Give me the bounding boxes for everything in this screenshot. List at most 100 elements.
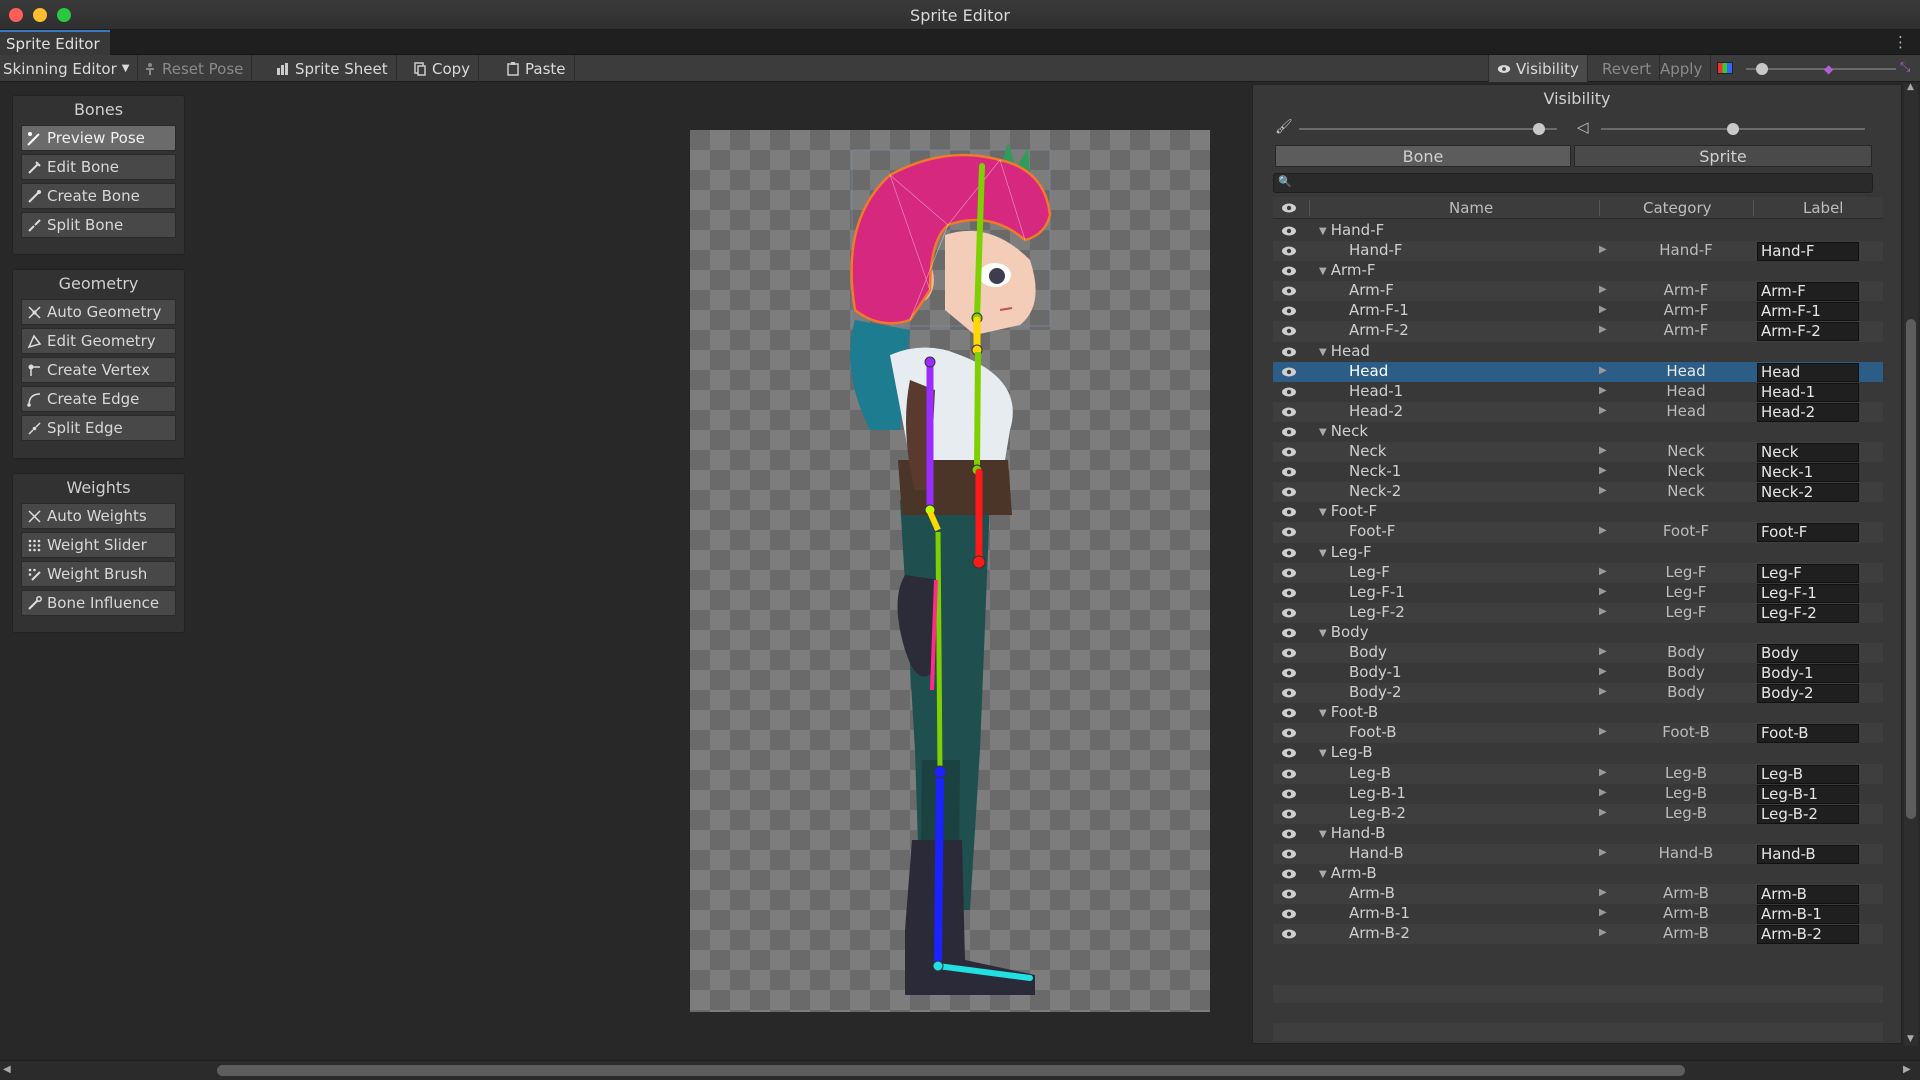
scroll-down-icon[interactable]: ▼ <box>1907 1034 1914 1044</box>
bone-category[interactable]: Body <box>1601 643 1771 661</box>
sprite-canvas[interactable] <box>690 130 1210 1012</box>
bone-category[interactable]: Head <box>1601 382 1771 400</box>
bone-category[interactable]: Body <box>1601 663 1771 681</box>
bone-category[interactable]: Head <box>1601 402 1771 420</box>
eye-icon[interactable] <box>1281 868 1297 880</box>
bone-category[interactable]: Arm-B <box>1601 904 1771 922</box>
mip-level-icon[interactable]: ◆ <box>1824 62 1833 76</box>
eye-icon[interactable] <box>1281 727 1297 739</box>
eye-icon[interactable] <box>1281 788 1297 800</box>
auto-weights-button[interactable]: Auto Weights <box>21 503 176 529</box>
bone-group-name[interactable]: Arm-F <box>1319 261 1376 279</box>
bone-group-row[interactable]: Hand-F <box>1273 221 1883 241</box>
eye-icon[interactable] <box>1281 547 1297 559</box>
bone-group-row[interactable]: Foot-B <box>1273 703 1883 723</box>
bone-row[interactable]: Neck-2 ▶ Neck Neck-2 <box>1273 482 1883 503</box>
bone-row[interactable]: Neck ▶ Neck Neck <box>1273 442 1883 463</box>
eye-icon[interactable] <box>1281 305 1297 317</box>
bone-label-field[interactable]: Head <box>1757 362 1859 382</box>
paste-button[interactable]: Paste <box>498 55 575 82</box>
eye-icon[interactable] <box>1281 828 1297 840</box>
bone-group-name[interactable]: Hand-F <box>1319 221 1385 239</box>
eye-icon[interactable] <box>1281 647 1297 659</box>
bone-category[interactable]: Foot-B <box>1601 723 1771 741</box>
horizontal-scrollbar[interactable]: ◀ ▶ <box>0 1060 1920 1080</box>
bone-group-name[interactable]: Arm-B <box>1319 864 1377 882</box>
segment-sprite[interactable]: Sprite <box>1574 145 1872 167</box>
bone-category[interactable]: Head <box>1601 362 1771 380</box>
eye-icon[interactable] <box>1281 627 1297 639</box>
eye-icon[interactable] <box>1281 768 1297 780</box>
eye-icon[interactable] <box>1281 747 1297 759</box>
bone-label-field[interactable]: Arm-F <box>1757 282 1859 302</box>
bone-label-field[interactable]: Leg-B-2 <box>1757 804 1859 824</box>
horizontal-scroll-thumb[interactable] <box>217 1065 1685 1076</box>
bone-label-field[interactable]: Arm-B-2 <box>1757 925 1859 945</box>
eye-icon[interactable] <box>1281 426 1297 438</box>
bone-category[interactable]: Neck <box>1601 462 1771 480</box>
bone-category[interactable]: Leg-B <box>1601 804 1771 822</box>
bone-opacity-knob[interactable] <box>1532 123 1545 135</box>
eye-icon[interactable] <box>1281 667 1297 679</box>
eye-icon[interactable] <box>1281 888 1297 900</box>
bone-label-field[interactable]: Arm-B <box>1757 885 1859 905</box>
bone-label-field[interactable]: Hand-B <box>1757 844 1859 864</box>
bone-category[interactable]: Arm-B <box>1601 924 1771 942</box>
bone-label-field[interactable]: Body-1 <box>1757 664 1859 684</box>
bone-row[interactable]: Arm-B-1 ▶ Arm-B Arm-B-1 <box>1273 904 1883 925</box>
copy-button[interactable]: Copy <box>405 55 480 82</box>
sprite-opacity-knob[interactable] <box>1727 123 1739 135</box>
split-edge-button[interactable]: Split Edge <box>21 415 176 441</box>
bone-group-row[interactable]: Leg-F <box>1273 543 1883 563</box>
bone-row[interactable]: Arm-F-2 ▶ Arm-F Arm-F-2 <box>1273 321 1883 342</box>
eye-icon[interactable] <box>1281 446 1297 458</box>
segment-bone[interactable]: Bone <box>1275 145 1571 167</box>
bone-category[interactable]: Leg-B <box>1601 784 1771 802</box>
bone-row[interactable]: Leg-B ▶ Leg-B Leg-B <box>1273 763 1883 784</box>
eye-icon[interactable] <box>1281 265 1297 277</box>
zoom-slider-knob[interactable] <box>1756 63 1768 75</box>
bone-category[interactable]: Neck <box>1601 442 1771 460</box>
bone-row[interactable]: Head-2 ▶ Head Head-2 <box>1273 401 1883 422</box>
visibility-toggle-button[interactable]: Visibility <box>1488 55 1588 82</box>
vertical-scrollbar[interactable]: ▲ ▼ <box>1904 82 1918 1046</box>
column-name-header[interactable]: Name <box>1449 199 1493 217</box>
create-bone-button[interactable]: Create Bone <box>21 183 176 209</box>
bone-row[interactable]: Leg-F ▶ Leg-F Leg-F <box>1273 562 1883 583</box>
bone-category[interactable]: Hand-F <box>1601 241 1771 259</box>
eye-icon[interactable] <box>1281 567 1297 579</box>
eye-icon[interactable] <box>1281 848 1297 860</box>
bone-group-name[interactable]: Leg-B <box>1319 743 1373 761</box>
eye-icon[interactable] <box>1281 486 1297 498</box>
bone-label-field[interactable]: Neck-1 <box>1757 463 1859 483</box>
bone-group-row[interactable]: Foot-F <box>1273 502 1883 522</box>
bone-label-field[interactable]: Hand-F <box>1757 242 1859 262</box>
bone-label-field[interactable]: Foot-F <box>1757 523 1859 543</box>
eye-icon[interactable] <box>1281 526 1297 538</box>
eye-icon[interactable] <box>1281 245 1297 257</box>
bone-group-row[interactable]: Arm-B <box>1273 864 1883 884</box>
mode-dropdown[interactable]: Skinning Editor ▼ <box>0 55 139 82</box>
scroll-left-icon[interactable]: ◀ <box>3 1064 11 1075</box>
eye-icon[interactable] <box>1281 366 1297 378</box>
bone-group-row[interactable]: Head <box>1273 342 1883 362</box>
bone-label-field[interactable]: Head-1 <box>1757 382 1859 402</box>
bone-label-field[interactable]: Leg-F <box>1757 563 1859 583</box>
create-vertex-button[interactable]: Create Vertex <box>21 357 176 383</box>
bone-row[interactable]: Leg-B-2 ▶ Leg-B Leg-B-2 <box>1273 803 1883 824</box>
bone-influence-button[interactable]: Bone Influence <box>21 590 176 616</box>
bone-group-name[interactable]: Foot-F <box>1319 502 1377 520</box>
reset-pose-button[interactable]: Reset Pose <box>135 55 253 82</box>
bone-row[interactable]: Leg-B-1 ▶ Leg-B Leg-B-1 <box>1273 784 1883 804</box>
sprite-sheet-button[interactable]: Sprite Sheet <box>268 55 397 82</box>
eye-icon[interactable] <box>1281 225 1297 237</box>
bone-group-name[interactable]: Hand-B <box>1319 824 1386 842</box>
eye-icon[interactable] <box>1281 707 1297 719</box>
bone-label-field[interactable]: Neck <box>1757 443 1859 463</box>
bone-category[interactable]: Hand-B <box>1601 844 1771 862</box>
bone-search-input[interactable]: 🔍 <box>1273 173 1873 193</box>
bone-category[interactable]: Leg-B <box>1601 764 1771 782</box>
bone-category[interactable]: Arm-F <box>1601 321 1771 339</box>
tab-menu-icon[interactable]: ⋮ <box>1893 33 1908 51</box>
eye-icon[interactable] <box>1281 325 1297 337</box>
